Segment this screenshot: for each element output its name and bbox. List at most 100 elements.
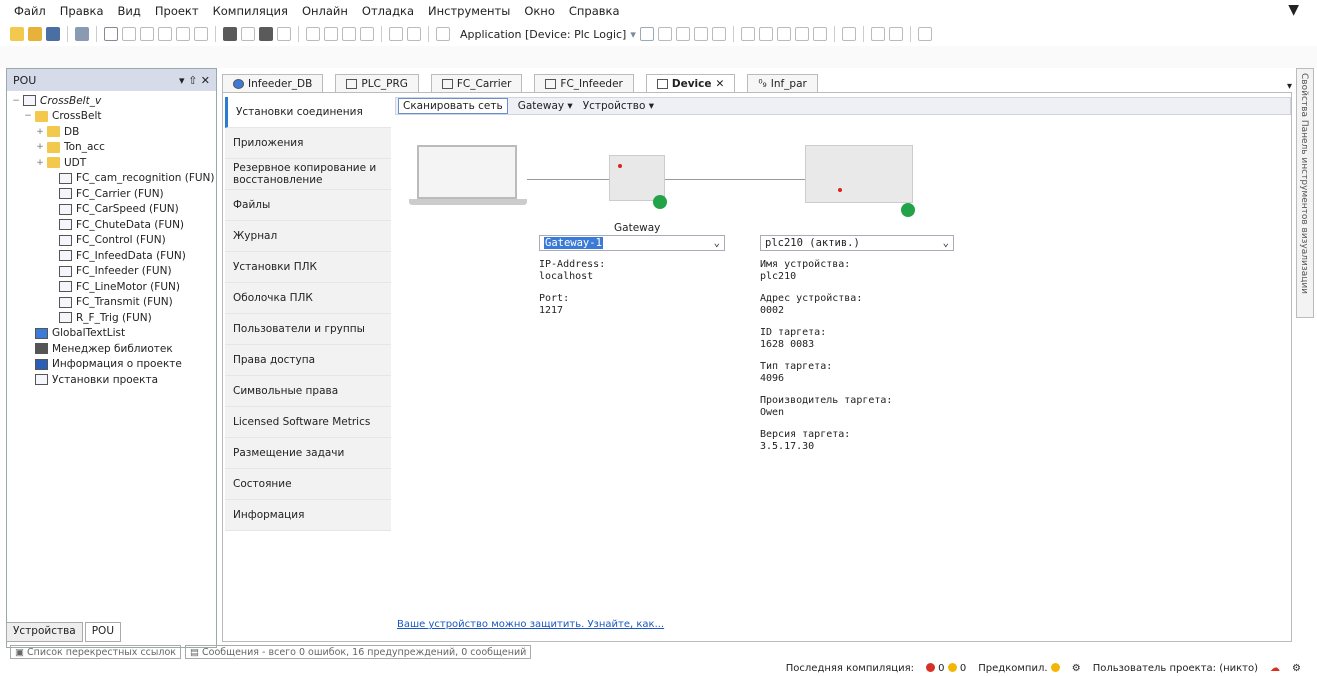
device-select[interactable]: plc210 (актив.) ⌄: [760, 235, 954, 251]
tree-item[interactable]: Установки проекта: [7, 372, 216, 388]
tab-devices[interactable]: Устройства: [6, 622, 83, 642]
unforce-icon[interactable]: [888, 27, 903, 41]
reset-icon[interactable]: [711, 27, 726, 41]
error-count[interactable]: 0 0: [925, 663, 966, 674]
tree-item[interactable]: GlobalTextList: [7, 326, 216, 342]
logout-icon[interactable]: [657, 27, 672, 41]
gateway-select[interactable]: Gateway-1 ⌄: [539, 235, 725, 251]
step-out-icon[interactable]: [794, 27, 809, 41]
nav-item[interactable]: Символьные права: [225, 376, 391, 407]
tree-item[interactable]: R_F_Trig (FUN): [7, 310, 216, 326]
menu-help[interactable]: Справка: [569, 4, 620, 18]
delete-icon[interactable]: [194, 27, 208, 41]
nav-item[interactable]: Состояние: [225, 469, 391, 500]
nav-item[interactable]: Licensed Software Metrics: [225, 407, 391, 438]
bookmark-toggle-icon[interactable]: [306, 27, 320, 41]
nav-item[interactable]: Установки ПЛК: [225, 252, 391, 283]
nav-item[interactable]: Размещение задачи: [225, 438, 391, 469]
bookmark-icon[interactable]: [277, 27, 291, 41]
tab-fc-carrier[interactable]: FC_Carrier: [430, 74, 523, 92]
active-application[interactable]: Application [Device: Plc Logic]: [460, 28, 626, 41]
menu-tools[interactable]: Инструменты: [428, 4, 510, 18]
tree-item[interactable]: Информация о проекте: [7, 357, 216, 373]
network-icon[interactable]: ⚙: [1072, 663, 1081, 674]
gateway-icon[interactable]: [609, 155, 665, 201]
tree-item[interactable]: FC_ChuteData (FUN): [7, 217, 216, 233]
menu-view[interactable]: Вид: [118, 4, 141, 18]
nav-item[interactable]: Приложения: [225, 128, 391, 159]
tree-item[interactable]: + UDT: [7, 155, 216, 171]
tree-item[interactable]: FC_Transmit (FUN): [7, 295, 216, 311]
tab-plc-prg[interactable]: PLC_PRG: [335, 74, 419, 92]
login-icon[interactable]: [639, 27, 654, 41]
tab-device[interactable]: Device ✕: [645, 74, 736, 92]
expand-toggle-icon[interactable]: +: [35, 142, 45, 152]
help-icon[interactable]: [917, 27, 932, 41]
menu-build[interactable]: Компиляция: [213, 4, 288, 18]
bookmark-next-icon[interactable]: [324, 27, 338, 41]
plc-device-icon[interactable]: [805, 145, 913, 203]
chevron-down-icon[interactable]: ▾: [630, 28, 636, 41]
expand-toggle-icon[interactable]: +: [35, 127, 45, 137]
redo-icon[interactable]: [122, 27, 136, 41]
save-icon[interactable]: [46, 27, 60, 41]
tree-item[interactable]: FC_LineMotor (FUN): [7, 279, 216, 295]
force-values-icon[interactable]: [870, 27, 885, 41]
bookmark-clear-icon[interactable]: [360, 27, 374, 41]
menu-window[interactable]: Окно: [524, 4, 555, 18]
find-next-icon[interactable]: [241, 27, 255, 41]
messages-tab[interactable]: ▤ Сообщения - всего 0 ошибок, 16 предупре…: [185, 645, 532, 659]
tree-item[interactable]: FC_InfeedData (FUN): [7, 248, 216, 264]
tree-item[interactable]: − CrossBelt: [7, 109, 216, 125]
tree-item[interactable]: + DB: [7, 124, 216, 140]
close-icon[interactable]: ✕: [716, 78, 725, 90]
find-icon[interactable]: [223, 27, 237, 41]
tree-item[interactable]: + Ton_acc: [7, 140, 216, 156]
write-values-icon[interactable]: [841, 27, 856, 41]
cut-icon[interactable]: [140, 27, 154, 41]
protect-device-link[interactable]: Ваше устройство можно защитить. Узнайте,…: [397, 619, 664, 630]
tree-item[interactable]: FC_Infeeder (FUN): [7, 264, 216, 280]
tab-fc-infeeder[interactable]: FC_Infeeder: [534, 74, 634, 92]
tree-item[interactable]: Менеджер библиотек: [7, 341, 216, 357]
nav-item[interactable]: Пользователи и группы: [225, 314, 391, 345]
tree-item[interactable]: FC_Carrier (FUN): [7, 186, 216, 202]
nav-item[interactable]: Оболочка ПЛК: [225, 283, 391, 314]
replace-icon[interactable]: [259, 27, 273, 41]
precompile-status[interactable]: Предкомпил.: [978, 663, 1060, 674]
menu-project[interactable]: Проект: [155, 4, 199, 18]
restore-icon[interactable]: ▼: [1288, 2, 1299, 18]
tree-item[interactable]: FC_cam_recognition (FUN): [7, 171, 216, 187]
rebuild-icon[interactable]: [407, 27, 421, 41]
nav-item[interactable]: Резервное копирование и восстановление: [225, 159, 391, 190]
tab-inf-par[interactable]: ⁰₉ Inf_par: [747, 74, 818, 92]
undo-icon[interactable]: [104, 27, 118, 41]
menu-online[interactable]: Онлайн: [302, 4, 348, 18]
tree-item[interactable]: − CrossBelt_v: [7, 93, 216, 109]
new-file-icon[interactable]: [10, 27, 24, 41]
settings-icon[interactable]: ⚙: [1292, 663, 1301, 674]
copy-icon[interactable]: [158, 27, 172, 41]
expand-toggle-icon[interactable]: +: [35, 158, 45, 168]
menu-file[interactable]: Файл: [14, 4, 46, 18]
print-icon[interactable]: [75, 27, 89, 41]
open-icon[interactable]: [28, 27, 42, 41]
chevron-down-icon[interactable]: ▾: [1287, 81, 1292, 92]
tree-item[interactable]: FC_CarSpeed (FUN): [7, 202, 216, 218]
nav-item[interactable]: Информация: [225, 500, 391, 531]
menu-edit[interactable]: Правка: [60, 4, 104, 18]
bookmark-prev-icon[interactable]: [342, 27, 356, 41]
nav-item[interactable]: Файлы: [225, 190, 391, 221]
expand-toggle-icon[interactable]: −: [11, 96, 21, 106]
breakpoint-icon[interactable]: [740, 27, 755, 41]
scan-network-button[interactable]: Сканировать сеть: [398, 98, 508, 114]
device-menu[interactable]: Устройство ▾: [583, 100, 654, 112]
run-icon[interactable]: [675, 27, 690, 41]
nav-item[interactable]: Установки соединения: [225, 97, 391, 128]
step-over-icon[interactable]: [758, 27, 773, 41]
properties-tab[interactable]: Свойства Панель инструментов визуализаци…: [1297, 69, 1311, 298]
run-to-cursor-icon[interactable]: [812, 27, 827, 41]
stop-icon[interactable]: [693, 27, 708, 41]
cloud-icon[interactable]: ☁: [1270, 663, 1280, 674]
tab-pou[interactable]: POU: [84, 622, 122, 642]
